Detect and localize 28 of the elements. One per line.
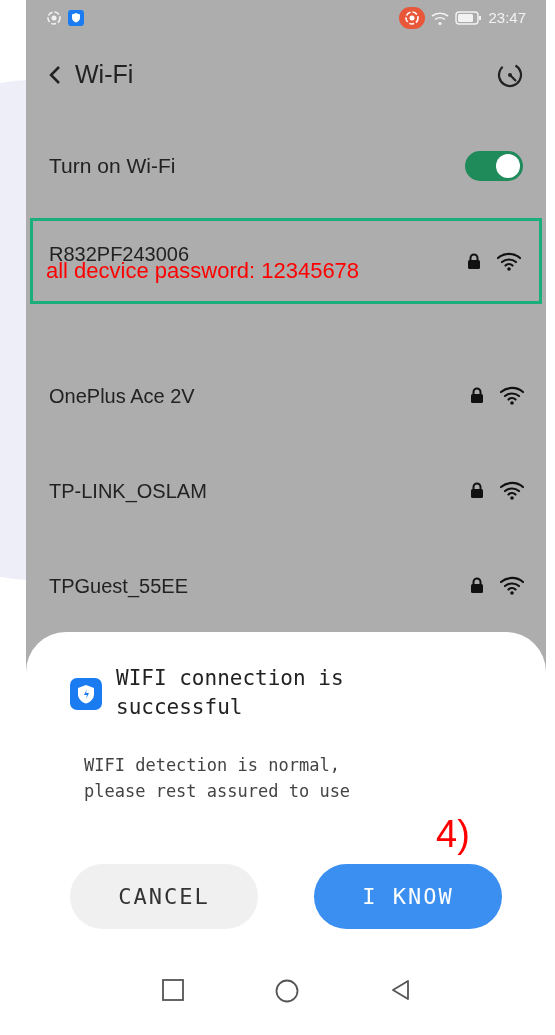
wifi-signal-icon <box>500 576 524 595</box>
wifi-signal-icon <box>497 251 521 271</box>
network-name: OnePlus Ace 2V <box>49 383 195 409</box>
page-title: Wi-Fi <box>75 59 135 91</box>
record-icon <box>46 10 62 26</box>
wifi-toggle[interactable] <box>465 151 523 181</box>
app-shield-icon <box>68 10 84 26</box>
screen-record-icon <box>399 7 426 29</box>
dialog-message: WIFI detection is normal, please rest assured to use <box>83 754 352 803</box>
step-label: 4) <box>436 812 470 856</box>
dialog-title: WIFI connection is successful <box>116 665 345 721</box>
wifi-signal-icon <box>500 481 524 500</box>
back-icon[interactable] <box>48 65 61 85</box>
network-row[interactable]: TP-LINK_OSLAM <box>26 443 546 538</box>
network-row[interactable]: OnePlus Ace 2V <box>26 348 546 443</box>
home-icon[interactable] <box>274 979 299 1003</box>
cancel-button[interactable]: CANCEL <box>70 864 258 929</box>
app-shield-icon <box>70 678 102 710</box>
wifi-status-icon <box>431 10 450 26</box>
back-nav-icon[interactable] <box>389 979 411 1001</box>
recent-apps-icon[interactable] <box>161 979 184 1001</box>
network-name: TPGuest_55EE <box>49 573 188 600</box>
network-row[interactable]: TPGuest_55EE <box>26 538 546 633</box>
wifi-signal-icon <box>500 386 524 405</box>
setting-label: Turn on Wi-Fi <box>49 153 176 180</box>
network-name: TP-LINK_OSLAM <box>49 478 207 505</box>
status-time: 23:47 <box>488 7 526 28</box>
battery-icon <box>455 11 483 25</box>
